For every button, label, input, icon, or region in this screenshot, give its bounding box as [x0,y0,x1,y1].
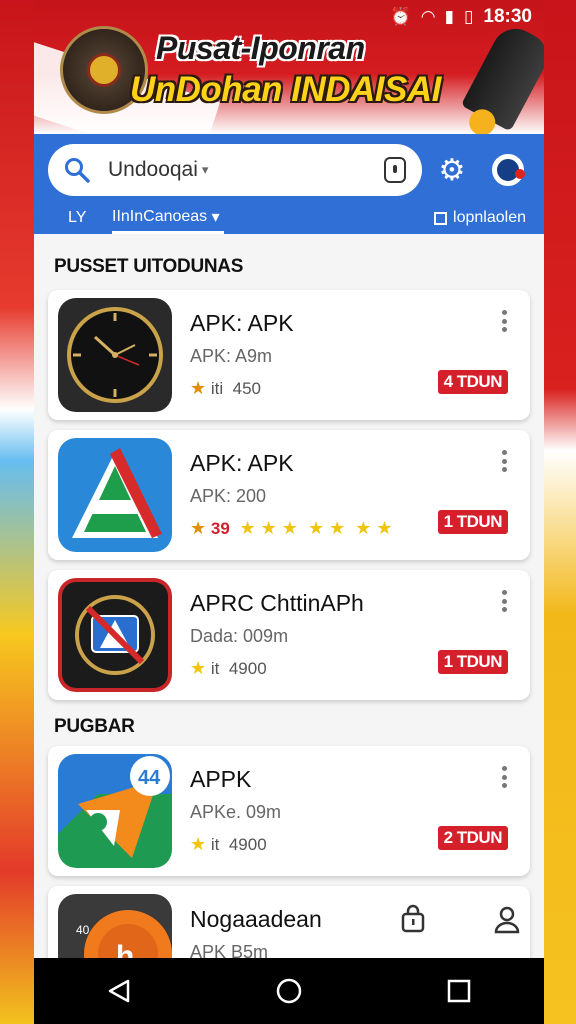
banner-title: Pusat-Iponran [156,30,365,66]
section-title: PUGBAR [54,716,135,737]
more-options-icon[interactable] [502,310,508,332]
app-card[interactable]: APK: APK APK: A9m ★ iti 450 4 TDUN [48,290,530,420]
chevron-down-icon: ▾ [207,208,220,226]
download-badge[interactable]: 4 TDUN [437,370,508,394]
app-name: APK: APK [190,310,294,336]
app-rating: ★ it 4900 [190,658,267,678]
more-options-icon[interactable] [502,450,508,472]
chevron-down-icon[interactable]: ▾ [202,162,209,178]
home-icon[interactable] [267,969,311,1013]
orange-gauge-icon: h 40 [58,894,172,958]
lock-icon[interactable] [384,157,406,183]
search-input[interactable]: Undooqai [108,158,198,182]
app-name: APPK [190,766,252,792]
star-icon: ★ [190,834,207,854]
app-size: APKe. 09m [190,802,282,822]
app-size: Dada: 009m [190,626,289,646]
app-header: Undooqai ▾ ⚙ LY IInInCanoeas ▾ lopnlaole… [34,134,544,234]
more-options-icon[interactable] [502,766,508,788]
app-rating: ★ it 4900 [190,834,267,854]
download-badge[interactable]: 1 TDUN [437,650,508,674]
profile-icon[interactable] [486,148,530,192]
settings-gear-icon[interactable]: ⚙ [430,148,474,192]
svg-text:h: h [116,940,134,958]
app-rating: ★ iti 450 [190,378,261,398]
alarm-icon: ⏰ [390,7,412,26]
background-right-flag [544,0,576,1024]
more-options-icon[interactable] [502,590,508,612]
rocket-icon [460,20,544,134]
app-size: APK: A9m [190,346,273,366]
background-left-flag [0,0,34,1024]
svg-text:40: 40 [76,923,90,937]
system-nav-bar [34,958,544,1024]
app-name: APK: APK [190,450,294,476]
section-title: PUSSET UITODUNAS [54,256,244,277]
battery-icon: ▯ [464,7,474,26]
app-rating: ★ 39 ★ ★ ★ ★ ★ ★ ★ [190,518,393,538]
download-badge[interactable]: 1 TDUN [437,510,508,534]
app-card[interactable]: APK: APK APK: 200 ★ 39 ★ ★ ★ ★ ★ ★ ★ 1 T… [48,430,530,560]
arrow-icon: 44 [58,754,172,868]
dark-badge-icon [58,578,172,692]
search-icon [65,158,90,183]
signal-icon: ▮ [444,7,455,26]
app-size: APK B5m [190,942,269,958]
app-card[interactable]: h 40 Nogaaadean APK B5m [48,886,530,958]
app-card[interactable]: 44 APPK APKe. 09m ★ it 4900 2 TDUN [48,746,530,876]
status-time: 18:30 [483,6,532,27]
recents-icon[interactable] [437,969,481,1013]
tab-ly[interactable]: LY [68,202,86,234]
app-name: Nogaaadean [190,906,322,932]
tab-download[interactable]: lopnlaolen [434,202,526,234]
apk-a-icon [58,438,172,552]
rating-stars: ★ ★ ★ ★ ★ ★ ★ [234,518,393,538]
app-card[interactable]: APRC ChttinAPh Dada: 009m ★ it 4900 1 TD… [48,570,530,700]
star-icon: ★ [190,378,207,398]
app-size: APK: 200 [190,486,267,506]
app-list-content[interactable]: PUSSET UITODUNAS APK: APK APK: A9m ★ iti… [34,234,544,958]
download-badge[interactable]: 2 TDUN [437,826,508,850]
banner-subtitle: UnDohan INDAISAI [130,70,441,109]
user-icon[interactable] [492,904,522,934]
star-icon: ★ [190,518,207,538]
wifi-icon: ◠ [421,7,435,26]
tab-categories[interactable]: IInInCanoeas ▾ [112,202,224,234]
app-name: APRC ChttinAPh [190,590,364,616]
star-icon: ★ [190,658,207,678]
back-icon[interactable] [97,969,141,1013]
search-bar[interactable]: Undooqai ▾ [48,144,422,196]
tab-bar: LY IInInCanoeas ▾ lopnlaolen [34,202,544,234]
square-icon [434,211,448,225]
clock-icon [58,298,172,412]
svg-text:44: 44 [138,767,161,789]
status-bar: ⏰ ◠ ▮ ▯ 18:30 [0,0,576,34]
lock-icon[interactable] [398,904,428,934]
